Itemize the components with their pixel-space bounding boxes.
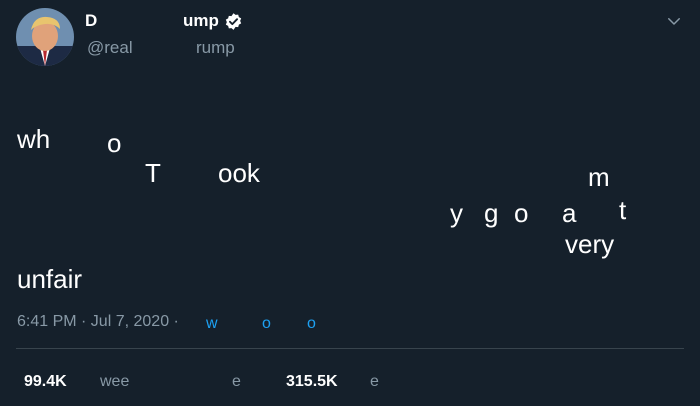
tweet-source-link[interactable]: w [206, 315, 218, 333]
tweet-timestamp[interactable]: 6:41 PM · Jul 7, 2020 · [17, 313, 179, 331]
retweets-count[interactable]: 99.4K [24, 373, 67, 391]
divider [16, 348, 684, 349]
tweet-word: t [619, 195, 627, 225]
avatar[interactable] [16, 8, 74, 66]
tweet-word: g [484, 198, 499, 228]
handle-start: @real [87, 38, 133, 57]
quote-tweets-label[interactable]: e [232, 373, 241, 391]
handle-end: rump [196, 38, 235, 57]
chevron-down-icon[interactable] [665, 12, 683, 30]
display-name-start[interactable]: D [85, 11, 97, 31]
likes-label[interactable]: e [370, 373, 379, 391]
tweet-word: T [145, 158, 161, 188]
tweet-source-link[interactable]: o [262, 315, 271, 333]
tweet-word: unfair [17, 264, 83, 294]
tweet-source-link[interactable]: o [307, 315, 316, 333]
tweet-word: o [514, 198, 529, 228]
display-name-end[interactable]: ump [183, 11, 219, 31]
verified-badge-icon [225, 13, 242, 30]
tweet-word: a [562, 198, 577, 228]
tweet-word: y [450, 198, 463, 228]
avatar-image [16, 8, 74, 66]
retweets-label[interactable]: wee [100, 373, 129, 391]
tweet-word: wh [17, 124, 51, 154]
tweet-word: ook [218, 158, 260, 188]
likes-count[interactable]: 315.5K [286, 373, 338, 391]
tweet-word: o [107, 128, 122, 158]
tweet-word: very [565, 229, 615, 259]
tweet-word: m [588, 162, 610, 192]
